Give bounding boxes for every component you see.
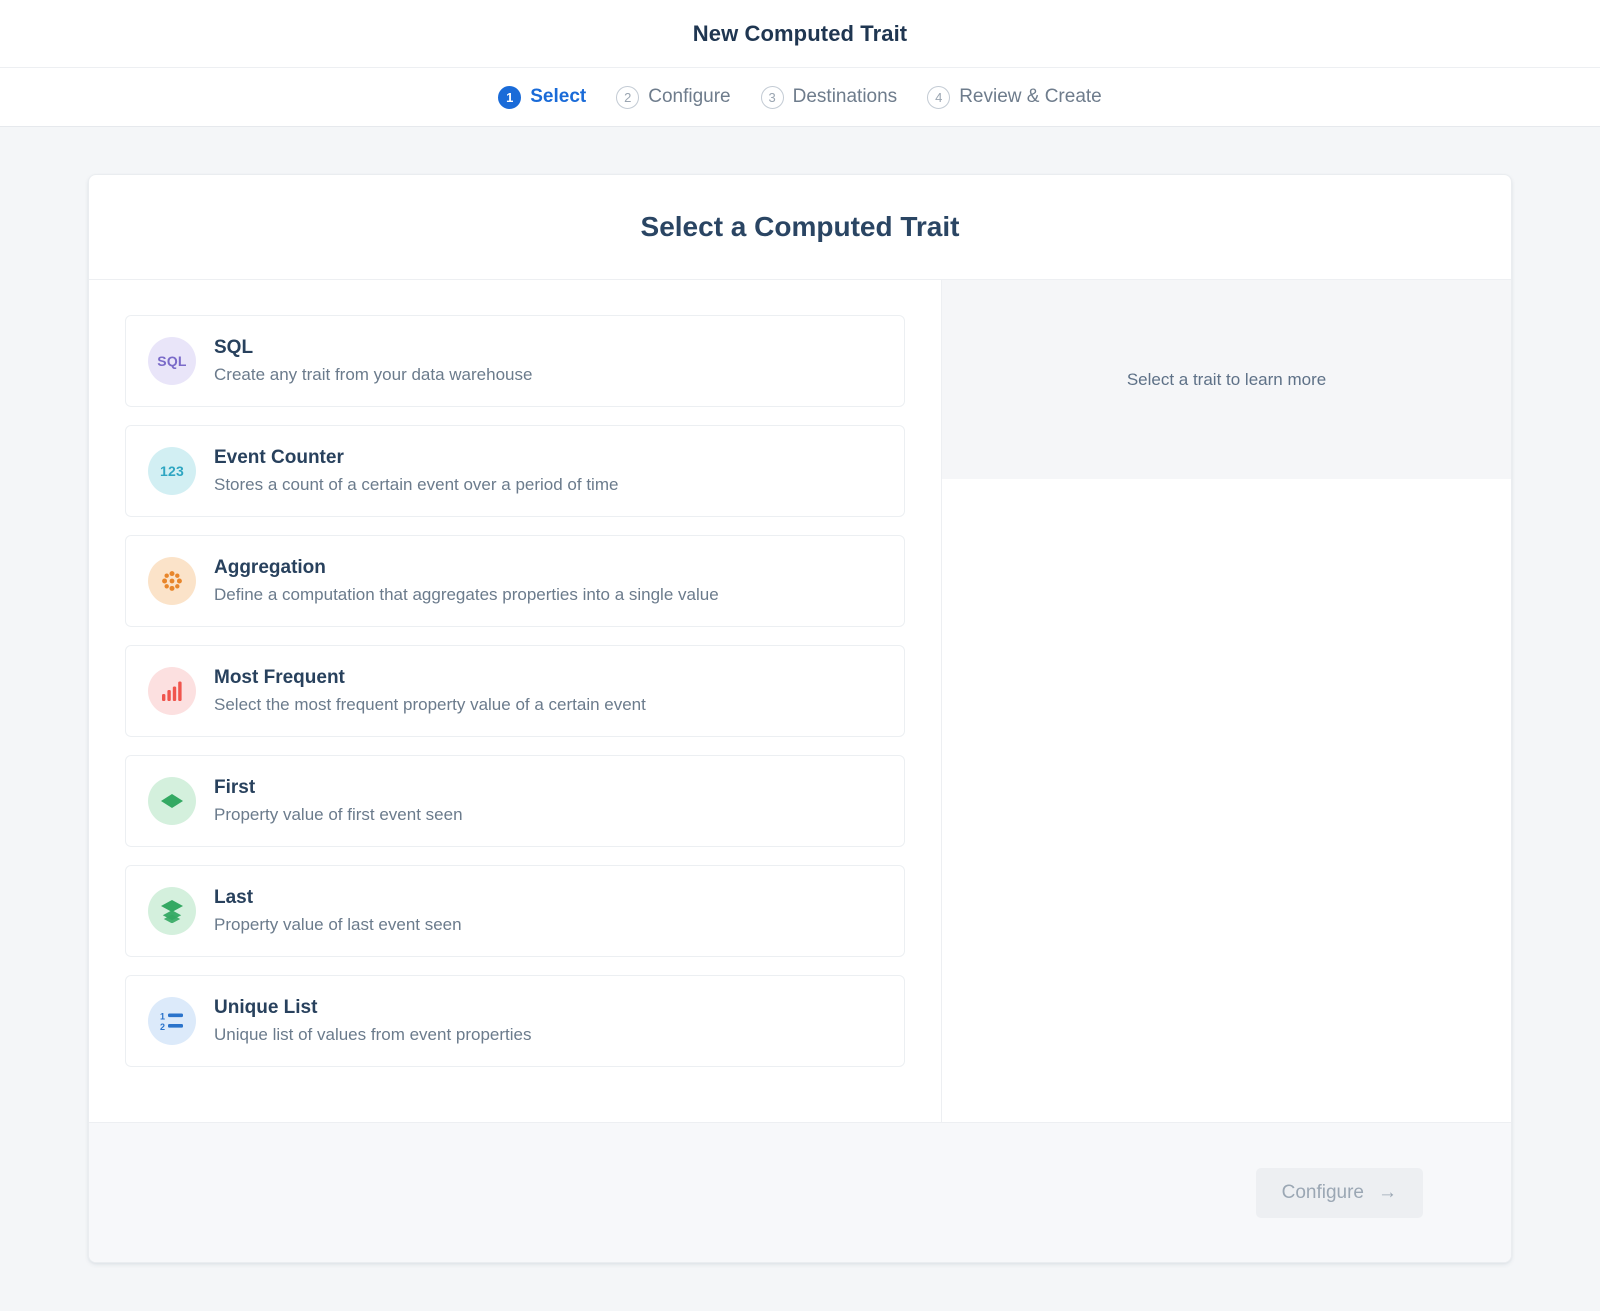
step-review-and-create[interactable]: 4 Review & Create xyxy=(927,86,1102,109)
numbered-list-icon: 1 2 xyxy=(148,997,196,1045)
gear-flower-icon xyxy=(148,557,196,605)
page-title: New Computed Trait xyxy=(693,21,908,47)
detail-placeholder: Select a trait to learn more xyxy=(942,280,1511,479)
step-label: Review & Create xyxy=(959,86,1102,108)
window-header: New Computed Trait xyxy=(0,0,1600,68)
trait-description: Unique list of values from event propert… xyxy=(214,1025,532,1045)
page-content: Select a Computed Trait SQL SQL Create a… xyxy=(0,127,1600,1311)
card-body: SQL SQL Create any trait from your data … xyxy=(89,280,1511,1122)
trait-detail-pane: Select a trait to learn more xyxy=(942,280,1511,1122)
stacked-layers-icon xyxy=(148,887,196,935)
step-label: Configure xyxy=(648,86,730,108)
sql-text-icon: SQL xyxy=(148,337,196,385)
step-number-badge: 1 xyxy=(498,86,521,109)
trait-description: Property value of last event seen xyxy=(214,915,462,935)
trait-option-aggregation[interactable]: Aggregation Define a computation that ag… xyxy=(125,535,905,627)
svg-text:1: 1 xyxy=(160,1012,165,1022)
trait-option-unique-list[interactable]: 1 2 Unique List Unique list of values fr… xyxy=(125,975,905,1067)
step-destinations[interactable]: 3 Destinations xyxy=(761,86,898,109)
trait-option-event-counter[interactable]: 123 Event Counter Stores a count of a ce… xyxy=(125,425,905,517)
card-title: Select a Computed Trait xyxy=(641,211,960,243)
trait-option-sql[interactable]: SQL SQL Create any trait from your data … xyxy=(125,315,905,407)
trait-option-most-frequent[interactable]: Most Frequent Select the most frequent p… xyxy=(125,645,905,737)
trait-name: Most Frequent xyxy=(214,667,646,689)
step-select[interactable]: 1 Select xyxy=(498,86,586,109)
trait-option-last[interactable]: Last Property value of last event seen xyxy=(125,865,905,957)
number-123-icon: 123 xyxy=(148,447,196,495)
wizard-stepper: 1 Select 2 Configure 3 Destinations 4 Re… xyxy=(0,68,1600,127)
bar-chart-icon xyxy=(148,667,196,715)
trait-option-first[interactable]: First Property value of first event seen xyxy=(125,755,905,847)
trait-description: Property value of first event seen xyxy=(214,805,463,825)
trait-description: Define a computation that aggregates pro… xyxy=(214,585,719,605)
step-number-badge: 4 xyxy=(927,86,950,109)
trait-description: Select the most frequent property value … xyxy=(214,695,646,715)
trait-name: Event Counter xyxy=(214,447,618,469)
configure-button-label: Configure xyxy=(1282,1182,1364,1204)
configure-button[interactable]: Configure → xyxy=(1256,1168,1423,1218)
detail-empty-area xyxy=(942,479,1511,1122)
trait-description: Create any trait from your data warehous… xyxy=(214,365,532,385)
trait-name: SQL xyxy=(214,337,532,359)
single-layer-diamond-icon xyxy=(148,777,196,825)
step-number-badge: 3 xyxy=(761,86,784,109)
step-label: Select xyxy=(530,86,586,108)
trait-list[interactable]: SQL SQL Create any trait from your data … xyxy=(89,280,942,1122)
trait-selection-card: Select a Computed Trait SQL SQL Create a… xyxy=(88,174,1512,1263)
trait-name: Last xyxy=(214,887,462,909)
trait-description: Stores a count of a certain event over a… xyxy=(214,475,618,495)
trait-name: First xyxy=(214,777,463,799)
step-label: Destinations xyxy=(793,86,898,108)
svg-text:2: 2 xyxy=(160,1022,165,1032)
detail-placeholder-text: Select a trait to learn more xyxy=(1127,370,1326,390)
step-configure[interactable]: 2 Configure xyxy=(616,86,730,109)
arrow-right-icon: → xyxy=(1378,1183,1397,1202)
trait-name: Unique List xyxy=(214,997,532,1019)
step-number-badge: 2 xyxy=(616,86,639,109)
card-footer: Configure → xyxy=(89,1122,1511,1262)
trait-name: Aggregation xyxy=(214,557,719,579)
card-header: Select a Computed Trait xyxy=(89,175,1511,280)
